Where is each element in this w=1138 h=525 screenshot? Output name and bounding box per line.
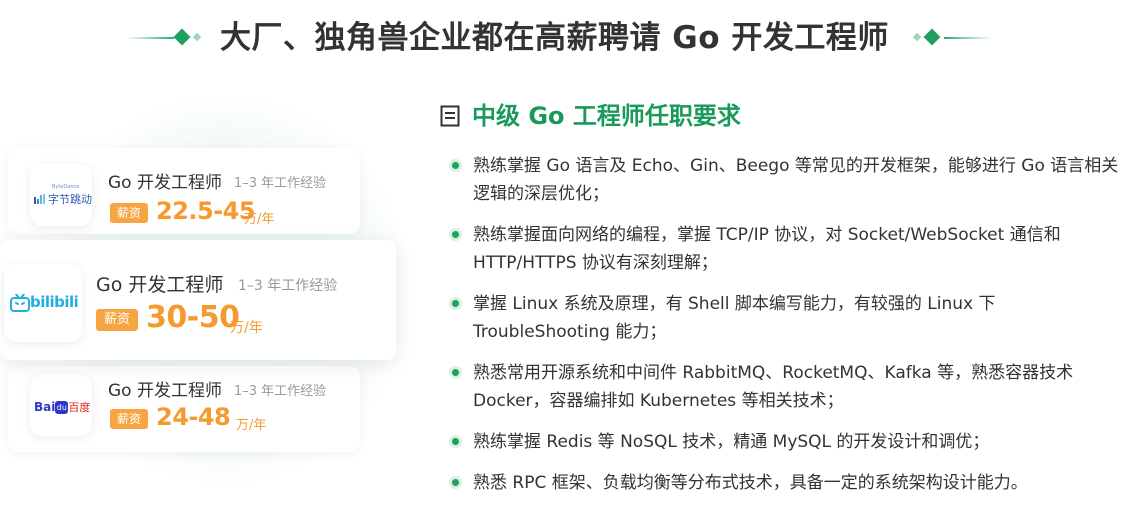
salary-unit: 万/年 [236, 418, 267, 433]
job-experience: 1–3 年工作经验 [234, 176, 327, 191]
bullet-icon [452, 300, 459, 307]
requirement-text: 熟练掌握面向网络的编程，掌握 TCP/IP 协议，对 Socket/WebSoc… [473, 225, 1061, 273]
job-experience: 1–3 年工作经验 [238, 278, 338, 294]
salary-unit: 万/年 [230, 320, 263, 336]
requirements-title: 中级 Go 工程师任职要求 [472, 102, 741, 130]
requirement-text: 熟练掌握 Go 语言及 Echo、Gin、Beego 等常见的开发框架，能够进行… [473, 156, 1119, 204]
document-icon [440, 105, 460, 127]
bilibili-tv-icon [10, 294, 30, 312]
salary-range: 24-48 [156, 403, 231, 431]
salary-tag: 薪资 [110, 409, 148, 429]
list-item: 熟悉 RPC 框架、负载均衡等分布式技术，具备一定的系统架构设计能力。 [452, 469, 1132, 497]
baidu-paw-icon: du [55, 401, 69, 414]
job-title: Go 开发工程师 [108, 381, 222, 401]
header-decoration-diamond-right [923, 28, 941, 46]
list-item: 熟练掌握 Redis 等 NoSQL 技术，精通 MySQL 的开发设计和调优； [452, 428, 1132, 456]
requirement-text: 熟悉 RPC 框架、负载均衡等分布式技术，具备一定的系统架构设计能力。 [473, 473, 1028, 493]
header-decoration-diamond-left [173, 28, 191, 46]
bytedance-bars-icon [34, 194, 45, 204]
header-decoration-dot-left [192, 32, 202, 42]
bilibili-logo-text: bilibili [30, 293, 79, 311]
salary-range: 22.5-45 [156, 197, 256, 225]
header-decoration-line-right [944, 37, 992, 39]
requirement-text: 熟练掌握 Redis 等 NoSQL 技术，精通 MySQL 的开发设计和调优； [473, 432, 990, 452]
job-title: Go 开发工程师 [108, 173, 222, 193]
requirements-list: 熟练掌握 Go 语言及 Echo、Gin、Beego 等常见的开发框架，能够进行… [452, 152, 1132, 510]
header-decoration-dot-right [912, 32, 922, 42]
baidu-logo-cn-text: 百度 [68, 401, 91, 414]
header-decoration-line-left [126, 37, 174, 39]
salary-range: 30-50 [146, 300, 240, 335]
requirement-text: 掌握 Linux 系统及原理，有 Shell 脚本编写能力，有较强的 Linux… [473, 294, 996, 342]
job-title: Go 开发工程师 [96, 274, 224, 296]
list-item: 熟悉常用开源系统和中间件 RabbitMQ、RocketMQ、Kafka 等，熟… [452, 359, 1132, 415]
salary-tag: 薪资 [110, 203, 148, 223]
bytedance-logo-text: 字节跳动 [48, 193, 92, 206]
section-title: 大厂、独角兽企业都在高薪聘请 Go 开发工程师 [220, 20, 889, 56]
baidu-logo: Baidu百度 [30, 374, 92, 436]
job-card-bytedance[interactable]: ByteDance 字节跳动 Go 开发工程师 1–3 年工作经验 薪资 22.… [8, 148, 360, 234]
job-card-bilibili[interactable]: bilibili Go 开发工程师 1–3 年工作经验 薪资 30-50 万/年 [0, 240, 396, 360]
bullet-icon [452, 438, 459, 445]
list-item: 熟练掌握 Go 语言及 Echo、Gin、Beego 等常见的开发框架，能够进行… [452, 152, 1132, 208]
bilibili-logo: bilibili [4, 264, 82, 342]
bullet-icon [452, 231, 459, 238]
baidu-logo-text: Bai [34, 400, 56, 414]
job-card-baidu[interactable]: Baidu百度 Go 开发工程师 1–3 年工作经验 薪资 24-48 万/年 [8, 366, 360, 452]
section-header: 大厂、独角兽企业都在高薪聘请 Go 开发工程师 [0, 14, 1138, 62]
bytedance-logo-small-text: ByteDance [52, 184, 80, 190]
bullet-icon [452, 479, 459, 486]
job-experience: 1–3 年工作经验 [234, 384, 327, 399]
list-item: 熟练掌握面向网络的编程，掌握 TCP/IP 协议，对 Socket/WebSoc… [452, 221, 1132, 277]
requirement-text: 熟悉常用开源系统和中间件 RabbitMQ、RocketMQ、Kafka 等，熟… [473, 363, 1074, 411]
salary-tag: 薪资 [96, 309, 138, 331]
bytedance-logo: ByteDance 字节跳动 [30, 164, 92, 226]
salary-unit: 万/年 [244, 212, 275, 227]
list-item: 掌握 Linux 系统及原理，有 Shell 脚本编写能力，有较强的 Linux… [452, 290, 1132, 346]
bullet-icon [452, 369, 459, 376]
bullet-icon [452, 162, 459, 169]
